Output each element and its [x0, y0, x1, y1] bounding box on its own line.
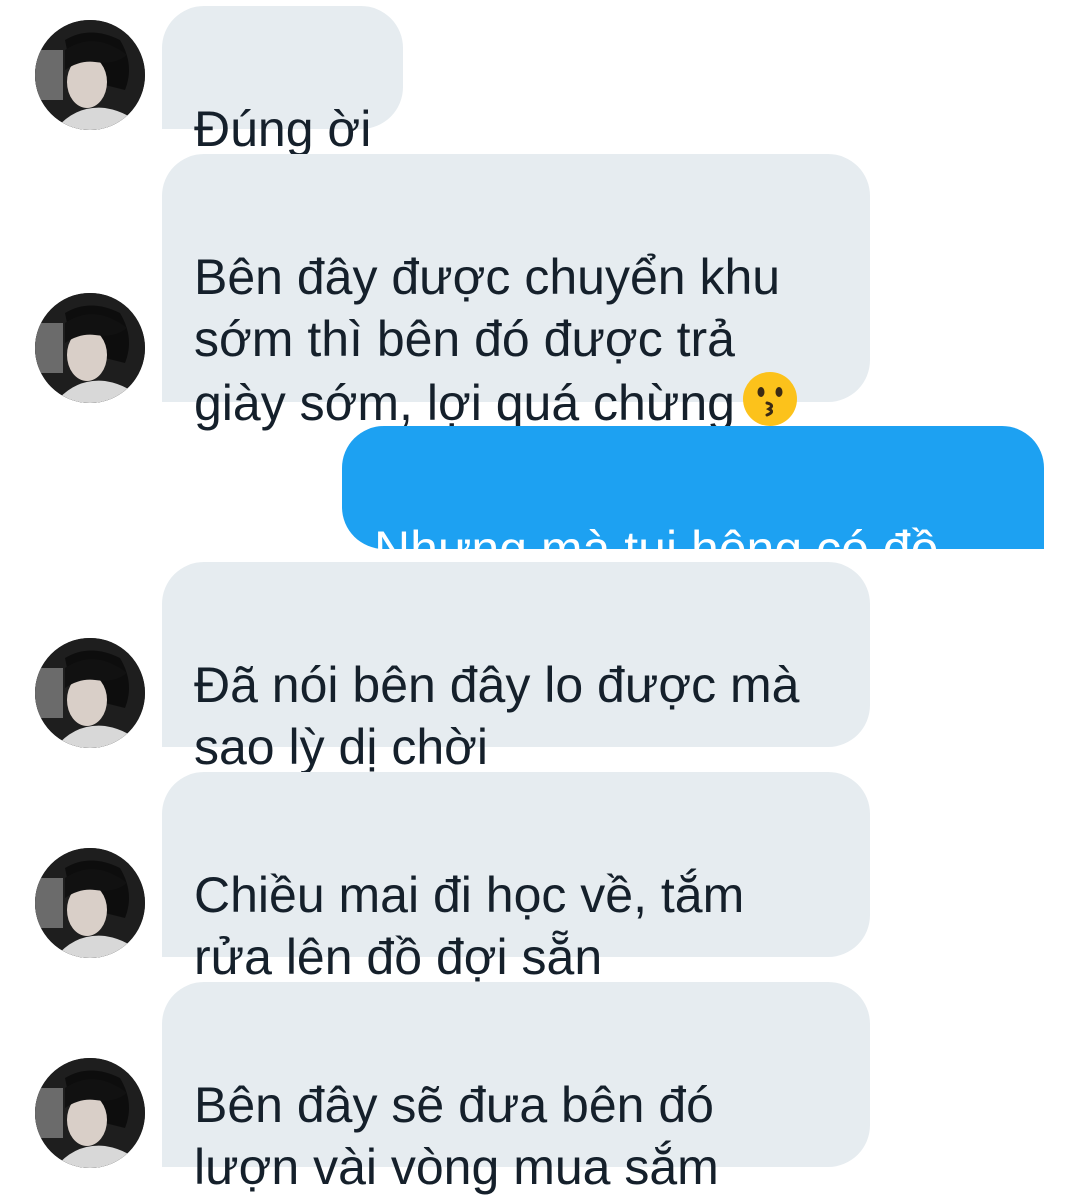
sender-avatar[interactable] [35, 1058, 145, 1168]
incoming-message: Bên đây được chuyển khu sớm thì bên đó đ… [162, 154, 870, 431]
message-text: Đã nói bên đây lo được mà sao lỳ dị chời [194, 657, 800, 775]
outgoing-message: Nhưng mà tui hông có đồ... [342, 426, 1044, 577]
message-text: Bên đây được chuyển khu sớm thì bên đó đ… [194, 249, 781, 431]
incoming-message: Đúng ời [162, 6, 404, 157]
sender-avatar[interactable] [35, 20, 145, 130]
sender-avatar[interactable] [35, 848, 145, 958]
incoming-message: Bên đây sẽ đưa bên đó lượn vài vòng mua … [162, 982, 870, 1195]
sender-avatar[interactable] [35, 638, 145, 748]
kissing-face-emoji [741, 370, 799, 428]
message-text: Đúng ời [194, 101, 372, 157]
message-text: Chiều mai đi học về, tắm rửa lên đồ đợi … [194, 867, 745, 985]
sender-avatar[interactable] [35, 293, 145, 403]
message-text: Bên đây sẽ đưa bên đó lượn vài vòng mua … [194, 1077, 719, 1195]
incoming-message: Đã nói bên đây lo được mà sao lỳ dị chời [162, 562, 870, 775]
incoming-message: Chiều mai đi học về, tắm rửa lên đồ đợi … [162, 772, 870, 985]
